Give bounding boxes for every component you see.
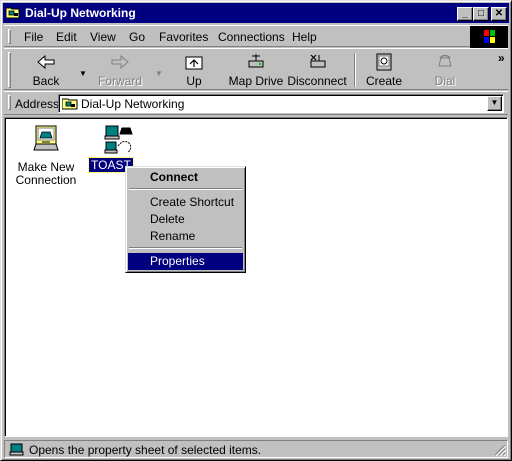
- map-drive-icon: [248, 54, 264, 68]
- create-icon: [376, 53, 392, 71]
- connection-computer-icon: [104, 125, 133, 154]
- menu-item-rename[interactable]: Rename: [128, 228, 243, 245]
- make-new-connection-icon: [33, 125, 59, 151]
- back-label: Back: [32, 74, 60, 88]
- map-drive-button[interactable]: Map Drive: [228, 52, 284, 88]
- menu-view[interactable]: View: [90, 30, 116, 44]
- toolbar-more-chevron-icon[interactable]: »: [498, 51, 505, 65]
- context-menu-separator: [129, 188, 242, 190]
- maximize-icon: □: [477, 8, 485, 19]
- disconnect-button[interactable]: Disconnect: [287, 52, 347, 88]
- menu-help[interactable]: Help: [292, 30, 317, 44]
- address-value: Dial-Up Networking: [81, 97, 185, 111]
- create-label: Create: [365, 74, 403, 88]
- address-label: Address: [15, 97, 60, 111]
- menu-file[interactable]: File: [24, 30, 43, 44]
- back-button[interactable]: Back: [24, 52, 68, 88]
- dial-phone-icon: [438, 54, 452, 67]
- up-label: Up: [186, 74, 202, 88]
- disconnect-icon: [310, 54, 326, 68]
- window-title: Dial-Up Networking: [25, 6, 136, 20]
- title-bar[interactable]: Dial-Up Networking _ □ ✕: [3, 3, 509, 23]
- folder-view[interactable]: Make New Connection TOAST: [4, 117, 508, 437]
- resize-grip-icon[interactable]: [494, 444, 506, 456]
- addressbar-grip[interactable]: [8, 95, 11, 110]
- dial-label: Dial: [434, 74, 456, 88]
- disconnect-label: Disconnect: [287, 74, 347, 88]
- status-panel: Opens the property sheet of selected ite…: [4, 440, 508, 458]
- menu-connections[interactable]: Connections: [218, 30, 285, 44]
- status-bar: Opens the property sheet of selected ite…: [4, 439, 508, 458]
- address-dropdown-button[interactable]: ▼: [487, 96, 502, 111]
- context-menu-separator: [129, 247, 242, 249]
- create-button[interactable]: Create: [364, 52, 404, 88]
- chevron-down-icon: ▼: [490, 98, 499, 107]
- menu-favorites[interactable]: Favorites: [159, 30, 208, 44]
- menu-item-properties[interactable]: Properties: [128, 253, 243, 270]
- maximize-button[interactable]: □: [473, 7, 489, 21]
- status-text: Opens the property sheet of selected ite…: [29, 443, 262, 457]
- up-folder-icon: [185, 56, 203, 70]
- menu-item-connect[interactable]: Connect: [128, 169, 243, 186]
- map-drive-label: Map Drive: [228, 74, 284, 88]
- toolbar-grip[interactable]: [8, 52, 11, 88]
- folder-network-icon: [62, 98, 78, 110]
- back-arrow-icon: [37, 54, 55, 70]
- toast-connection-item[interactable]: TOAST: [88, 124, 149, 173]
- menu-item-create-shortcut[interactable]: Create Shortcut: [128, 194, 243, 211]
- up-button[interactable]: Up: [174, 52, 214, 88]
- toolbar: Back ▼ Forward ▼ Up Map Drive Disconnect…: [4, 48, 508, 90]
- menu-edit[interactable]: Edit: [56, 30, 77, 44]
- close-button[interactable]: ✕: [491, 7, 507, 21]
- make-new-connection-item[interactable]: Make New Connection: [11, 124, 81, 187]
- explorer-window: Dial-Up Networking _ □ ✕ File Edit View …: [0, 0, 512, 461]
- menu-go[interactable]: Go: [129, 30, 145, 44]
- make-new-connection-label-line2: Connection: [15, 173, 77, 187]
- forward-label: Forward: [97, 74, 142, 88]
- address-bar: Address Dial-Up Networking ▼: [4, 91, 508, 115]
- forward-button[interactable]: Forward: [96, 52, 144, 88]
- context-menu: Connect Create Shortcut Delete Rename Pr…: [125, 166, 246, 273]
- address-input[interactable]: Dial-Up Networking ▼: [58, 94, 504, 113]
- menu-bar: File Edit View Go Favorites Connections …: [4, 25, 508, 48]
- windows-logo-icon: [470, 26, 508, 48]
- forward-arrow-icon: [111, 54, 129, 70]
- toolbar-separator: [354, 53, 356, 87]
- menubar-grip[interactable]: [8, 29, 11, 44]
- menu-item-delete[interactable]: Delete: [128, 211, 243, 228]
- dial-button[interactable]: Dial: [428, 52, 462, 88]
- minimize-button[interactable]: _: [457, 7, 473, 21]
- back-dropdown-icon[interactable]: ▼: [79, 69, 87, 78]
- folder-network-icon[interactable]: [6, 6, 20, 19]
- computer-status-icon: [9, 443, 24, 456]
- minimize-icon: _: [462, 8, 468, 19]
- close-icon: ✕: [494, 8, 504, 19]
- forward-dropdown-icon[interactable]: ▼: [155, 69, 163, 78]
